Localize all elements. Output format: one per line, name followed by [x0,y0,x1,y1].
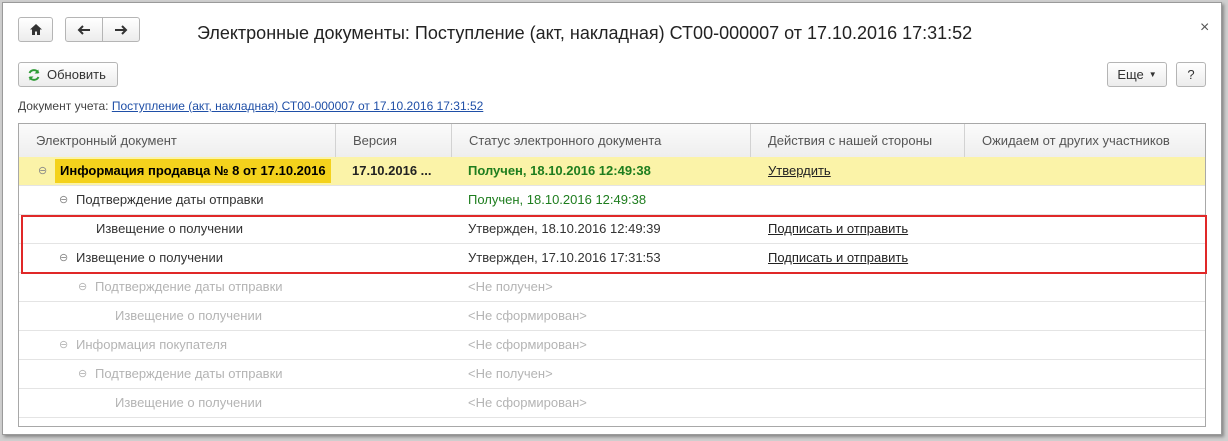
home-button[interactable] [18,17,53,42]
column-header-actions[interactable]: Действия с нашей стороны [751,124,965,157]
refresh-icon [28,68,40,81]
back-button[interactable] [65,17,103,42]
window-title: Электронные документы: Поступление (акт,… [197,23,973,43]
close-icon[interactable]: × [1200,19,1209,37]
refresh-button[interactable]: Обновить [18,62,118,87]
row-document-name: Подтверждение даты отправки [76,192,264,207]
arrow-left-icon [77,24,90,35]
table-row[interactable]: Извещение о получении <Не сформирован> [19,302,1205,331]
table-row[interactable]: ⊖ Подтверждение даты отправки Получен, 1… [19,186,1205,215]
row-status: <Не сформирован> [468,337,587,352]
collapse-icon[interactable]: ⊖ [59,331,68,359]
row-status: Получен, 18.10.2016 12:49:38 [468,163,651,178]
row-version: 17.10.2016 ... [352,163,432,178]
row-document-name: Подтверждение даты отправки [95,366,283,381]
refresh-label: Обновить [47,67,106,82]
dropdown-arrow-icon: ▼ [1148,70,1157,79]
row-document-name: Извещение о получении [115,395,262,410]
row-status: <Не сформирован> [468,395,587,410]
table-row[interactable]: ⊖ Подтверждение даты отправки <Не получе… [19,273,1205,302]
row-status: <Не получен> [468,279,553,294]
row-document-name: Извещение о получении [76,250,223,265]
row-action-link[interactable]: Утвердить [768,157,831,185]
row-status: <Не сформирован> [468,308,587,323]
table-row[interactable]: ⊖ Извещение о получении Утвержден, 17.10… [19,244,1205,273]
document-line: Документ учета: Поступление (акт, наклад… [18,99,483,113]
document-link[interactable]: Поступление (акт, накладная) СТ00-000007… [112,99,483,113]
row-status: Утвержден, 17.10.2016 17:31:53 [468,250,661,265]
collapse-icon[interactable]: ⊖ [59,186,68,214]
table-row[interactable]: Извещение о получении <Не сформирован> [19,389,1205,418]
row-action-link[interactable]: Подписать и отправить [768,215,908,243]
row-document-name: Информация продавца № 8 от 17.10.2016 [55,159,331,183]
row-document-name: Извещение о получении [115,308,262,323]
help-button[interactable]: ? [1176,62,1206,87]
collapse-icon[interactable]: ⊖ [59,244,68,272]
help-label: ? [1187,67,1195,82]
window: Электронные документы: Поступление (акт,… [2,2,1222,435]
collapse-icon[interactable]: ⊖ [78,360,87,388]
table-row[interactable]: Извещение о получении Утвержден, 18.10.2… [19,215,1205,244]
row-action-link[interactable]: Подписать и отправить [768,244,908,272]
documents-table: Электронный документ Версия Статус элект… [18,123,1206,427]
row-document-name: Информация покупателя [76,337,228,352]
column-header-waiting[interactable]: Ожидаем от других участников [965,124,1205,157]
table-row[interactable]: ⊖ Информация покупателя <Не сформирован> [19,331,1205,360]
row-status: <Не получен> [468,366,553,381]
row-status: Получен, 18.10.2016 12:49:38 [468,192,647,207]
row-document-name: Извещение о получении [96,221,243,236]
forward-button[interactable] [102,17,140,42]
column-header-status[interactable]: Статус электронного документа [452,124,751,157]
table-row[interactable]: ⊖ Информация продавца № 8 от 17.10.2016 … [19,157,1205,186]
collapse-icon[interactable]: ⊖ [78,273,87,301]
table-header: Электронный документ Версия Статус элект… [19,124,1205,158]
arrow-right-icon [115,24,128,35]
document-label: Документ учета: [18,99,109,113]
more-button[interactable]: Еще ▼ [1107,62,1167,87]
home-icon [29,24,42,35]
row-document-name: Подтверждение даты отправки [95,279,283,294]
more-label: Еще [1117,67,1144,82]
column-header-document[interactable]: Электронный документ [19,124,336,157]
row-status: Утвержден, 18.10.2016 12:49:39 [468,221,661,236]
table-row[interactable]: ⊖ Подтверждение даты отправки <Не получе… [19,360,1205,389]
column-header-version[interactable]: Версия [336,124,452,157]
collapse-icon[interactable]: ⊖ [38,157,47,185]
